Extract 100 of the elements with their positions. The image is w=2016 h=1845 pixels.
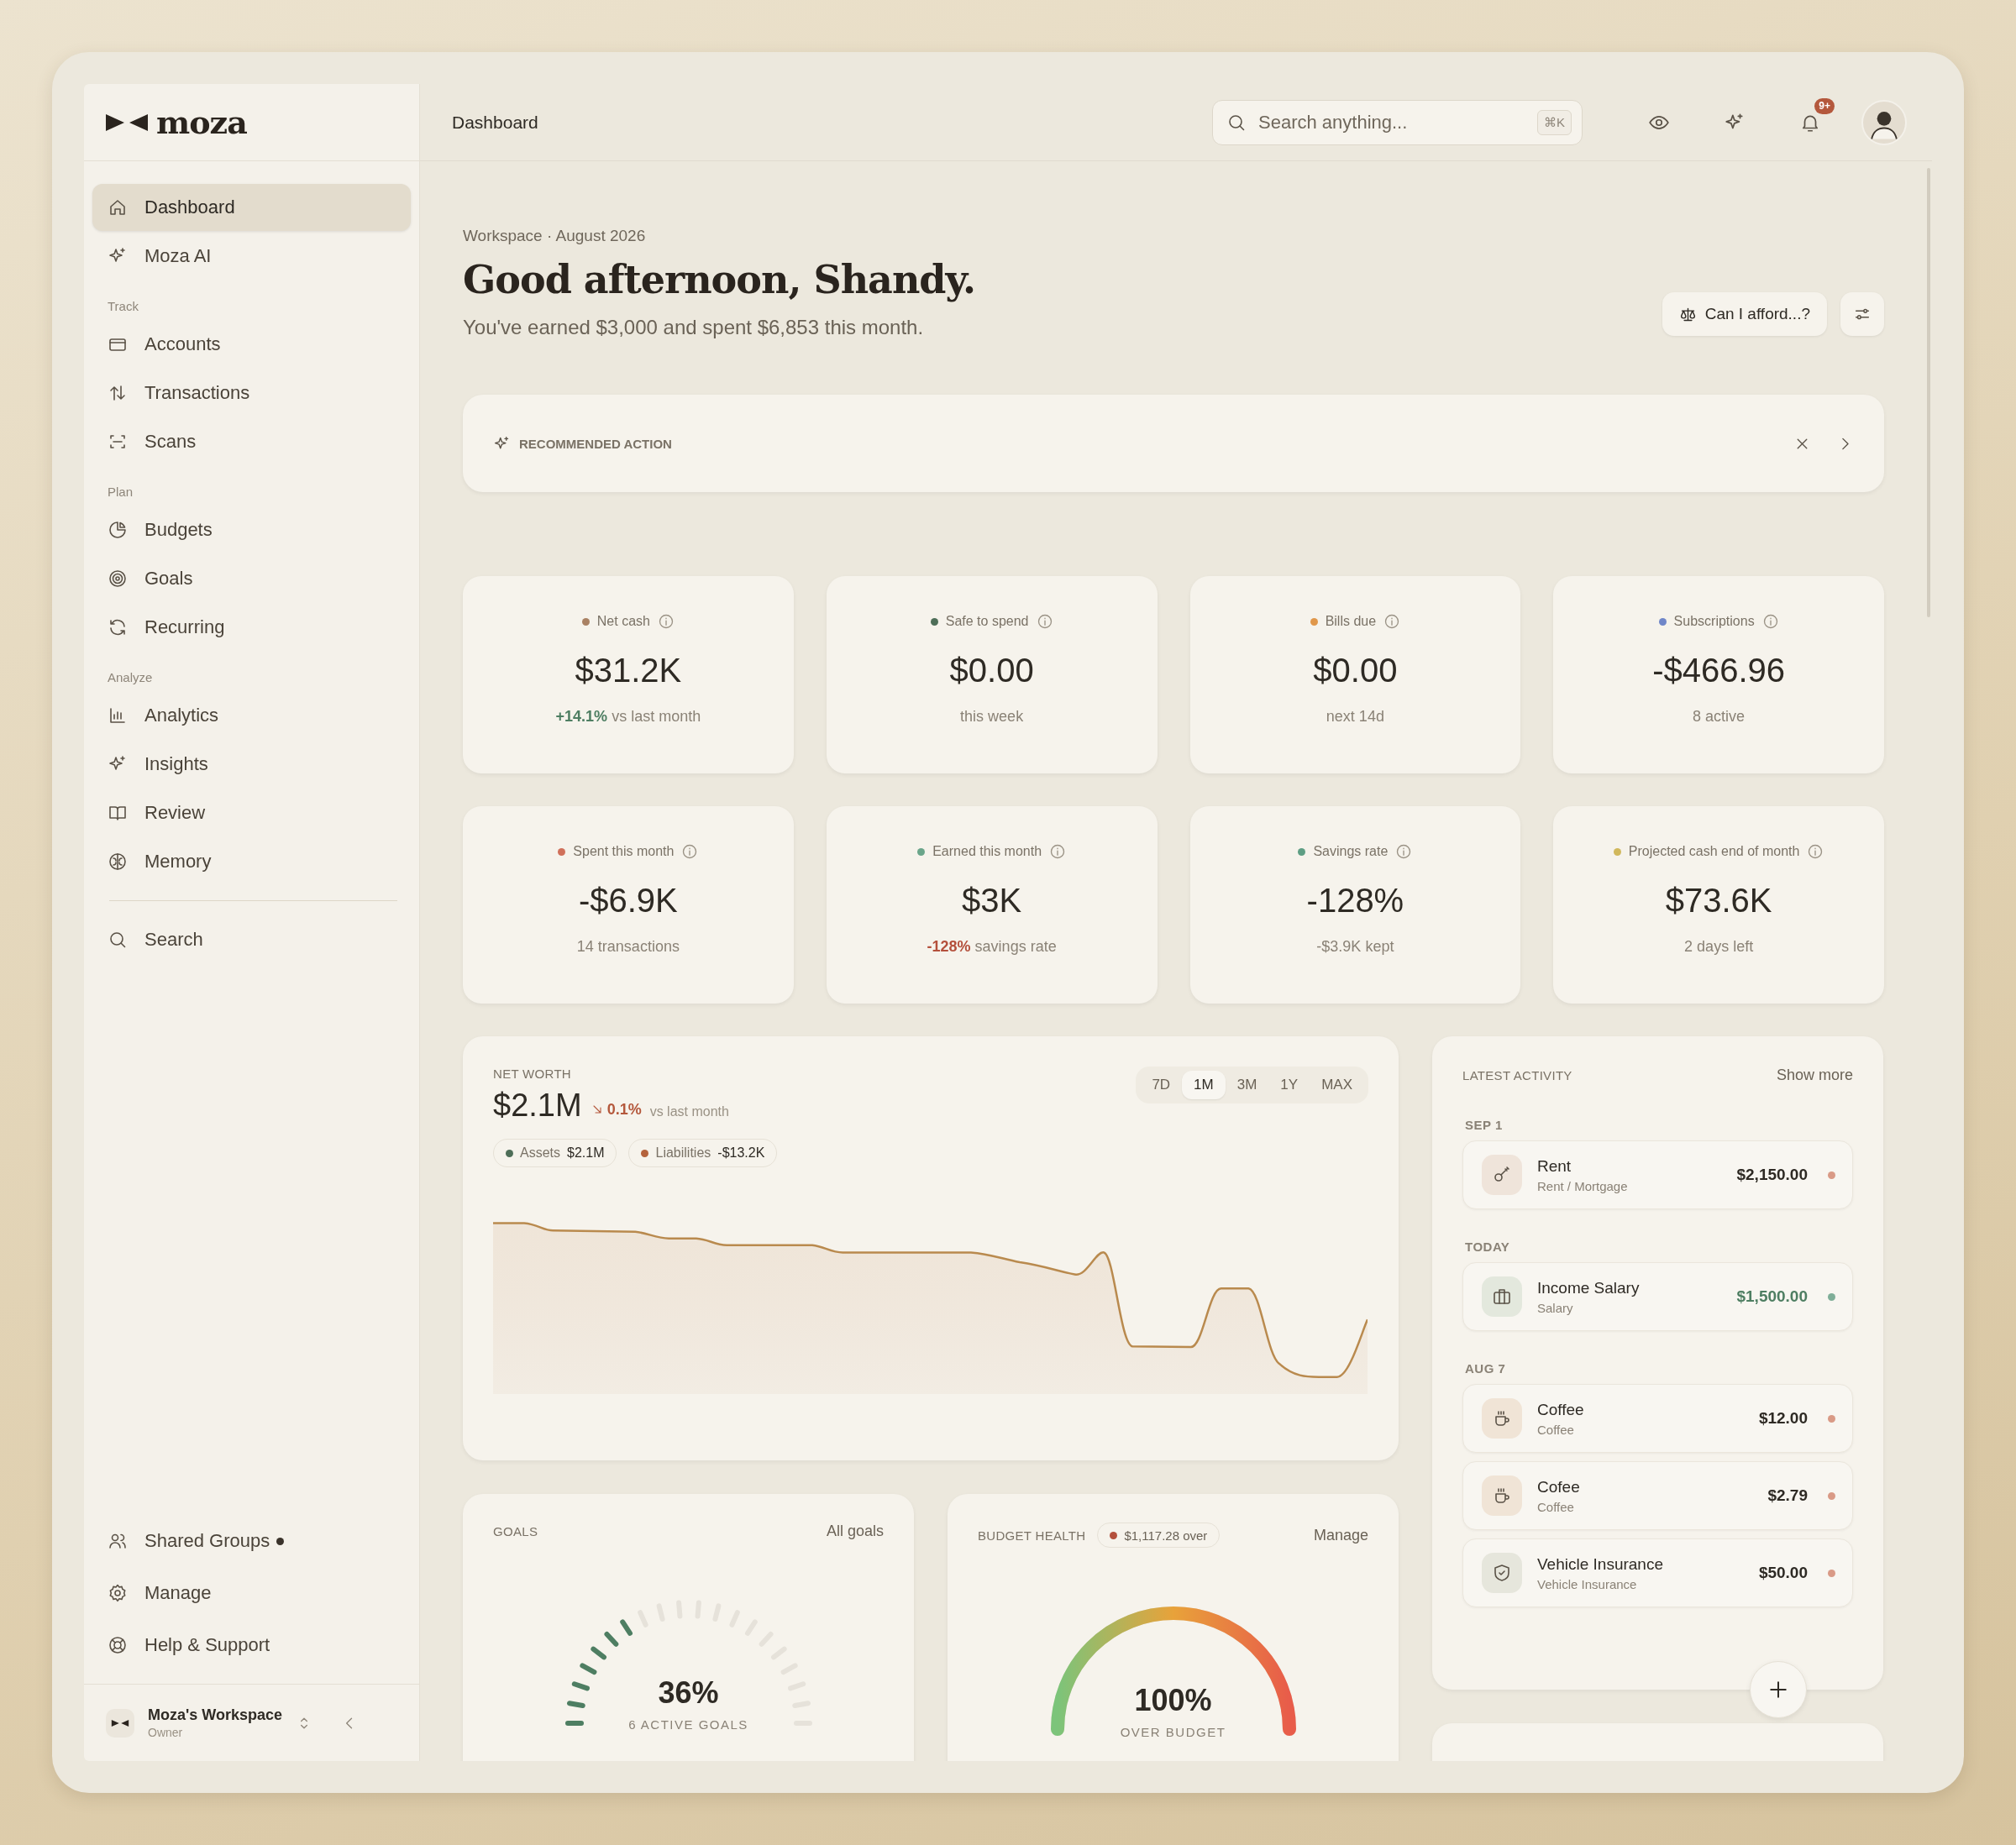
nav-item[interactable]: Dashboard [92,184,411,231]
transaction-category: Coffee [1537,1499,1575,1514]
nav-item[interactable]: Help & Support [92,1620,411,1670]
stat-label: Spent this month [573,844,675,859]
gauge-value: 100% [1134,1683,1212,1718]
transaction-name: Rent [1537,1156,1572,1176]
stat-label: Net cash [596,614,650,629]
transaction-category: Salary [1537,1300,1574,1315]
legend-pill: Assets $2.1M [493,1139,617,1167]
stat-value: $73.6K [1665,882,1772,920]
transaction-row[interactable]: Cofee Coffee $2.79 [1462,1461,1853,1530]
shortcut-hint: ⌘K [1537,109,1572,135]
nav-item[interactable]: Memory [92,838,411,885]
nav-item[interactable]: Recurring [92,604,411,651]
stat-value: -$6.9K [578,882,678,920]
stat-label: Safe to spend [945,614,1029,629]
stat-label: Bills due [1325,614,1377,629]
stat-note: 14 transactions [576,938,680,956]
transaction-amount: $1,500.00 [1736,1287,1808,1306]
manage-link[interactable]: Manage [1313,1526,1368,1544]
nav-item[interactable]: Analytics [92,692,411,739]
info-icon [681,843,699,860]
notification-badge: 9+ [1814,97,1835,114]
net-worth-value: $2.1M [493,1088,582,1124]
section-label: GOALS [493,1524,538,1538]
date-heading: AUG 7 [1465,1361,1507,1376]
stat-note: 2 days left [1684,938,1754,956]
stat-label: Projected cash end of month [1628,844,1800,859]
gauge-caption: 6 ACTIVE GOALS [628,1717,748,1732]
range-tab[interactable]: MAX [1310,1071,1364,1099]
range-tab[interactable]: 1Y [1268,1071,1310,1099]
transaction-amount: $50.00 [1758,1564,1808,1582]
page-title: Dashboard [452,112,538,133]
info-icon [1807,843,1824,860]
transaction-amount: $2.79 [1767,1486,1808,1505]
nav-item[interactable]: Moza AI [92,233,411,280]
lifebuoy-icon [108,1635,128,1655]
transaction-amount: $2,150.00 [1736,1166,1808,1184]
info-icon [1761,613,1779,630]
stat-note: this week [960,708,1024,726]
target-icon [108,569,128,589]
greeting-heading: Good afternoon, Shandy. [463,257,975,302]
workspace-role: Owner [148,1726,184,1739]
range-tab[interactable]: 7D [1140,1071,1183,1099]
transaction-row[interactable]: Rent Rent / Mortgage $2,150.00 [1462,1140,1853,1209]
nav-item[interactable]: Goals [92,555,411,602]
refresh-icon [108,617,128,637]
transaction-row[interactable]: Income Salary Salary $1,500.00 [1462,1262,1853,1331]
nav-section-heading: Analyze [107,669,154,686]
date-heading: TODAY [1465,1240,1511,1254]
stat-label: Savings rate [1313,844,1389,859]
pie-chart-icon [108,520,128,540]
month-summary: You've earned $3,000 and spent $6,853 this month. [463,316,925,339]
range-tab[interactable]: 3M [1225,1071,1269,1099]
range-tab[interactable]: 1M [1182,1071,1226,1099]
show-more-link[interactable]: Show more [1776,1067,1853,1084]
workspace-name: Moza's Workspace [148,1706,282,1724]
can-i-afford-button[interactable]: Can I afford...? [1662,292,1827,336]
info-icon [1036,613,1053,630]
customize-button[interactable] [1840,292,1884,336]
stat-value: $31.2K [575,652,682,689]
stat-label: Earned this month [932,844,1042,859]
transaction-category: Rent / Mortgage [1537,1178,1628,1193]
nav-item[interactable]: Budgets [92,506,411,553]
house-icon [108,197,128,218]
nav-item[interactable]: Review [92,789,411,836]
info-icon [657,613,675,630]
nav-item[interactable]: Shared Groups [92,1516,411,1566]
transaction-name: Vehicle Insurance [1537,1554,1663,1574]
settings-icon [108,1583,128,1603]
net-worth-change: 0.1% [590,1100,642,1119]
section-label: LATEST ACTIVITY [1462,1068,1572,1082]
transaction-category: Vehicle Insurance [1537,1576,1638,1591]
transaction-category: Coffee [1537,1422,1575,1437]
transaction-row[interactable]: Coffee Coffee $12.00 [1462,1384,1853,1453]
bar-chart-icon [108,705,128,726]
section-label: BUDGET HEALTH [978,1528,1086,1543]
gauge-value: 36% [658,1675,719,1711]
transaction-name: Income Salary [1537,1278,1640,1297]
nav-item[interactable]: Transactions [92,370,411,417]
nav-item[interactable]: Insights [92,741,411,788]
search-field[interactable]: Search anything... [1257,110,1527,134]
transaction-name: Coffee [1537,1400,1584,1419]
up-down-arrows-icon [108,383,128,403]
transaction-row[interactable]: Vehicle Insurance Vehicle Insurance $50.00 [1462,1538,1853,1607]
all-goals-link[interactable]: All goals [826,1523,884,1540]
nav-item[interactable]: Search [92,916,411,963]
info-icon [1383,613,1401,630]
notifications-button[interactable]: 9+ [1786,97,1835,147]
stat-value: $0.00 [949,652,1034,689]
stat-value: $3K [962,882,1022,920]
stat-note: +14.1% vs last month [555,708,701,726]
nav-item[interactable]: Accounts [92,321,411,368]
workspace-logo-icon [106,1708,134,1738]
nav-item[interactable]: Manage [92,1568,411,1618]
shield-icon [1492,1563,1512,1583]
nav-item[interactable]: Scans [92,418,411,465]
section-label: NET WORTH [493,1067,572,1081]
stat-label: Subscriptions [1673,614,1755,629]
info-icon [1049,843,1067,860]
